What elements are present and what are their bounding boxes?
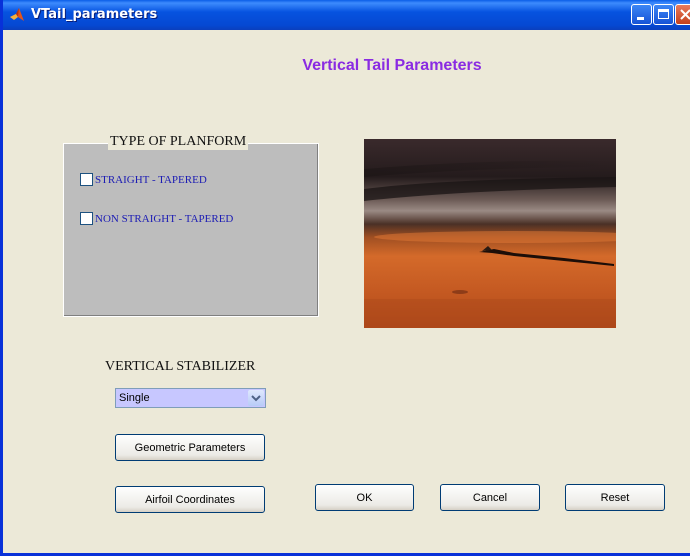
vertical-stabilizer-dropdown[interactable]: Single [115,388,266,408]
straight-tapered-checkbox[interactable]: STRAIGHT - TAPERED [80,173,207,186]
vertical-stabilizer-label: VERTICAL STABILIZER [105,359,256,374]
matlab-icon [9,7,25,23]
close-button[interactable] [675,4,690,25]
geometric-parameters-button[interactable]: Geometric Parameters [115,434,265,461]
window: VTail_parameters Vertical Tail Parameter… [0,0,690,556]
title-bar[interactable]: VTail_parameters [3,0,690,30]
page-title: Vertical Tail Parameters [302,57,482,74]
chevron-down-icon[interactable] [248,390,264,406]
close-icon [680,9,690,20]
maximize-icon [658,9,669,19]
minimize-icon [637,17,644,20]
reset-button[interactable]: Reset [565,484,665,511]
checkbox-box[interactable] [80,212,93,225]
checkbox-label: NON STRAIGHT - TAPERED [95,212,234,225]
airfoil-coordinates-button[interactable]: Airfoil Coordinates [115,486,265,513]
window-title: VTail_parameters [31,7,158,22]
planform-panel-title: TYPE OF PLANFORM [108,134,249,150]
cancel-button[interactable]: Cancel [440,484,540,511]
checkbox-label: STRAIGHT - TAPERED [95,173,207,186]
non-straight-tapered-checkbox[interactable]: NON STRAIGHT - TAPERED [80,212,233,225]
ok-button[interactable]: OK [315,484,414,511]
maximize-button[interactable] [653,4,674,25]
minimize-button[interactable] [631,4,652,25]
dropdown-value: Single [119,392,150,404]
aircraft-photo [364,139,616,328]
checkbox-box[interactable] [80,173,93,186]
planform-panel: TYPE OF PLANFORM STRAIGHT - TAPERED NON … [63,134,319,317]
